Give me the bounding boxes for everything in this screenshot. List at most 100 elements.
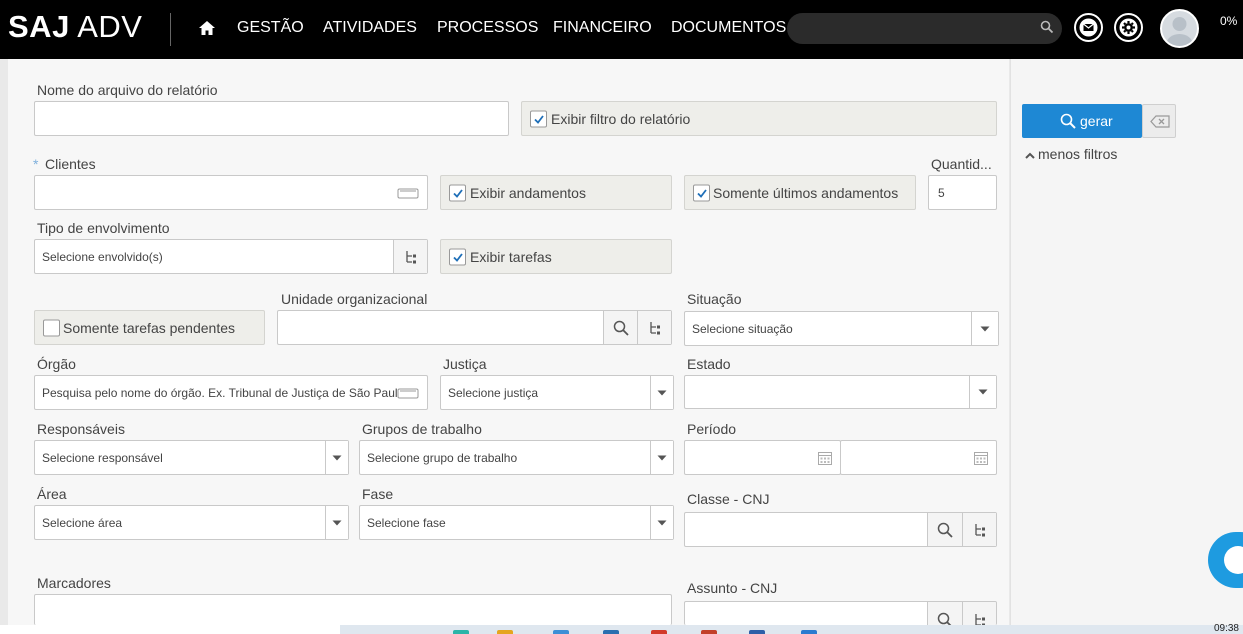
exibir-andamentos-checkbox[interactable] xyxy=(449,184,466,201)
area-label: Área xyxy=(37,486,67,502)
classe-input[interactable] xyxy=(684,512,997,547)
estado-dropdown-button[interactable] xyxy=(969,376,996,408)
taskbar-app-icon[interactable] xyxy=(497,630,513,634)
justica-select[interactable]: Selecione justiça xyxy=(440,375,674,410)
somente-ultimos-checkbox[interactable] xyxy=(693,184,710,201)
orgao-input[interactable]: Pesquisa pelo nome do órgão. Ex. Tribuna… xyxy=(34,375,428,410)
assunto-input[interactable] xyxy=(684,601,997,625)
clear-filters-button[interactable] xyxy=(1142,104,1176,138)
user-avatar[interactable] xyxy=(1160,9,1199,48)
tipo-envolvimento-label: Tipo de envolvimento xyxy=(37,220,170,236)
situacao-select[interactable]: Selecione situação xyxy=(684,311,999,346)
periodo-end-input[interactable] xyxy=(840,440,997,475)
unidade-search-button[interactable] xyxy=(603,311,637,344)
exibir-filtro-checkbox[interactable] xyxy=(530,110,547,127)
nav-processos[interactable]: PROCESSOS xyxy=(437,19,538,37)
os-taskbar: 09:38 xyxy=(0,623,1243,634)
taskbar-app-icon[interactable] xyxy=(801,630,817,634)
actions-panel xyxy=(1010,59,1243,625)
exibir-andamentos-toggle[interactable]: Exibir andamentos xyxy=(440,175,672,210)
app-logo[interactable]: SAJ ADV xyxy=(8,9,142,45)
periodo-label: Período xyxy=(687,421,737,437)
mail-button[interactable] xyxy=(1074,13,1103,42)
taskbar-app-icon[interactable] xyxy=(453,630,469,634)
area-dropdown-button[interactable] xyxy=(325,506,348,539)
grupos-select[interactable]: Selecione grupo de trabalho xyxy=(359,440,674,475)
user-icon xyxy=(1166,17,1193,46)
card-icon[interactable] xyxy=(397,187,419,199)
tree-icon xyxy=(649,321,660,334)
situacao-dropdown-button[interactable] xyxy=(971,312,998,345)
taskbar-left-area xyxy=(0,625,340,634)
nav-financeiro[interactable]: FINANCEIRO xyxy=(553,19,652,37)
quantidade-label: Quantid... xyxy=(931,156,992,172)
nav-atividades[interactable]: ATIVIDADES xyxy=(323,19,417,37)
responsaveis-select[interactable]: Selecione responsável xyxy=(34,440,349,475)
search-icon[interactable] xyxy=(1040,20,1054,34)
menos-filtros-link[interactable]: menos filtros xyxy=(1025,146,1117,162)
area-select[interactable]: Selecione área xyxy=(34,505,349,540)
taskbar-app-icon[interactable] xyxy=(603,630,619,634)
required-mark: * xyxy=(33,156,39,172)
chevron-down-icon xyxy=(657,390,667,395)
exibir-filtro-toggle[interactable]: Exibir filtro do relatório xyxy=(521,101,997,136)
fase-label: Fase xyxy=(362,486,394,502)
chevron-down-icon xyxy=(657,455,667,460)
unidade-tree-button[interactable] xyxy=(637,311,671,344)
home-icon[interactable] xyxy=(198,19,216,37)
chevron-up-icon xyxy=(1025,152,1035,159)
assunto-tree-button[interactable] xyxy=(962,602,996,625)
assunto-search-button[interactable] xyxy=(927,602,962,625)
gear-icon xyxy=(1119,18,1138,37)
search-icon xyxy=(613,320,629,336)
marcadores-input[interactable] xyxy=(34,594,672,625)
gerar-label: gerar xyxy=(1080,113,1113,129)
nav-documentos[interactable]: DOCUMENTOS xyxy=(671,19,786,37)
chevron-down-icon xyxy=(332,455,342,460)
card-icon[interactable] xyxy=(397,387,419,399)
quantidade-input[interactable]: 5 xyxy=(928,175,997,210)
nome-arquivo-label: Nome do arquivo do relatório xyxy=(37,82,218,98)
grupos-label: Grupos de trabalho xyxy=(362,421,482,437)
gerar-button[interactable]: gerar xyxy=(1022,104,1142,138)
exibir-tarefas-toggle[interactable]: Exibir tarefas xyxy=(440,239,672,274)
exibir-tarefas-label: Exibir tarefas xyxy=(470,248,552,265)
justica-dropdown-button[interactable] xyxy=(650,376,673,409)
top-nav-bar: SAJ ADV GESTÃO ATIVIDADES PROCESSOS FINA… xyxy=(0,0,1243,59)
grupos-dropdown-button[interactable] xyxy=(650,441,673,474)
periodo-start-input[interactable] xyxy=(684,440,841,475)
somente-pendentes-checkbox[interactable] xyxy=(43,319,60,336)
nav-gestao[interactable]: GESTÃO xyxy=(237,19,304,37)
somente-pendentes-label: Somente tarefas pendentes xyxy=(63,319,236,336)
fase-select[interactable]: Selecione fase xyxy=(359,505,674,540)
calendar-icon[interactable] xyxy=(974,451,988,465)
estado-select[interactable] xyxy=(684,375,997,409)
tree-button[interactable] xyxy=(393,240,427,273)
backspace-icon xyxy=(1150,115,1170,128)
assunto-label: Assunto - CNJ xyxy=(687,580,778,596)
global-search-input[interactable] xyxy=(787,13,1062,44)
unidade-input[interactable] xyxy=(277,310,672,345)
nome-arquivo-input[interactable] xyxy=(34,101,509,136)
tipo-envolvimento-select[interactable]: Selecione envolvido(s) xyxy=(34,239,428,274)
fase-dropdown-button[interactable] xyxy=(650,506,673,539)
search-icon xyxy=(1060,113,1076,129)
chevron-down-icon xyxy=(657,520,667,525)
calendar-icon[interactable] xyxy=(818,451,832,465)
responsaveis-dropdown-button[interactable] xyxy=(325,441,348,474)
fase-placeholder: Selecione fase xyxy=(367,515,446,530)
classe-tree-button[interactable] xyxy=(962,513,996,546)
clientes-input[interactable] xyxy=(34,175,428,210)
taskbar-app-icon[interactable] xyxy=(701,630,717,634)
exibir-tarefas-checkbox[interactable] xyxy=(449,248,466,265)
taskbar-app-icon[interactable] xyxy=(553,630,569,634)
orgao-placeholder: Pesquisa pelo nome do órgão. Ex. Tribuna… xyxy=(42,385,398,400)
somente-ultimos-toggle[interactable]: Somente últimos andamentos xyxy=(684,175,916,210)
unidade-label: Unidade organizacional xyxy=(281,291,428,307)
marcadores-label: Marcadores xyxy=(37,575,111,591)
classe-search-button[interactable] xyxy=(927,513,962,546)
settings-button[interactable] xyxy=(1114,13,1143,42)
somente-pendentes-toggle[interactable]: Somente tarefas pendentes xyxy=(34,310,265,345)
taskbar-app-icon[interactable] xyxy=(749,630,765,634)
taskbar-app-icon[interactable] xyxy=(651,630,667,634)
